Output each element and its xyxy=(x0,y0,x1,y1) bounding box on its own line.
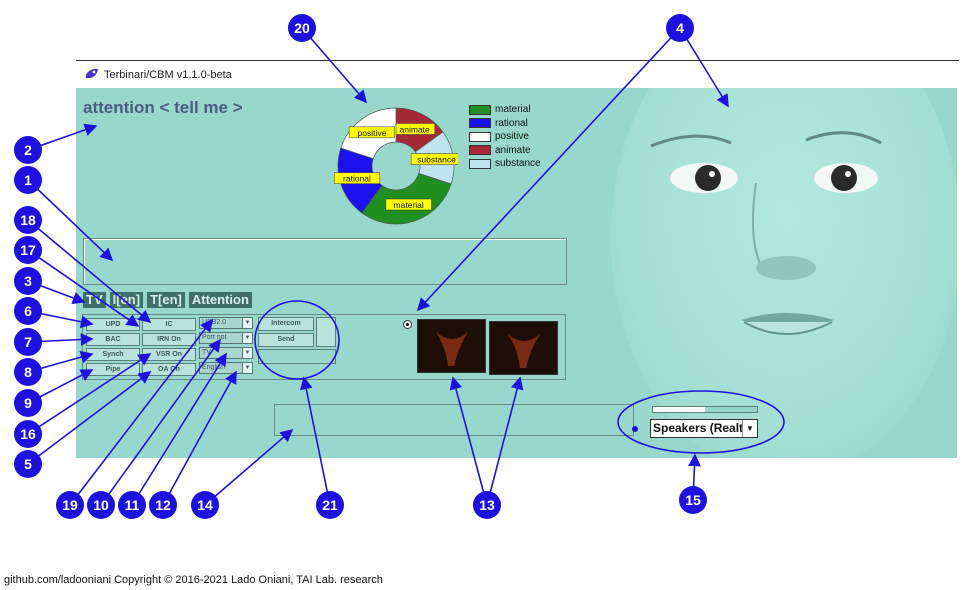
callout-number: 9 xyxy=(24,395,32,411)
callout-number: 8 xyxy=(24,364,32,380)
callout-arrow xyxy=(131,352,227,506)
highlight-ring xyxy=(254,300,340,380)
callout-arrow xyxy=(69,318,213,506)
callout-number: 20 xyxy=(294,20,310,36)
callout-number: 5 xyxy=(24,456,32,472)
callout-number: 19 xyxy=(62,497,78,513)
callout-number: 11 xyxy=(125,497,140,513)
callout-number: 7 xyxy=(24,334,32,350)
copyright-footer: github.com/ladooniani Copyright © 2016-2… xyxy=(4,574,383,586)
callout-arrow xyxy=(27,371,152,465)
callout-number: 10 xyxy=(93,497,109,513)
callout-arrow xyxy=(27,219,152,324)
callout-number: 21 xyxy=(322,497,338,513)
callout-number: 4 xyxy=(676,20,684,36)
callout-arrow xyxy=(301,27,368,104)
callout-arrow xyxy=(204,428,294,506)
callout-number: 12 xyxy=(155,497,171,513)
callout-number: 13 xyxy=(479,497,495,513)
callout-number: 2 xyxy=(24,142,32,158)
annotation-overlay: 20 42118173678916519 10 11 12 14 21 13 15 xyxy=(14,14,785,519)
callout-number: 1 xyxy=(24,172,32,188)
callout-arrow xyxy=(486,376,524,506)
callout-number: 17 xyxy=(20,242,36,258)
callout-arrow xyxy=(299,376,331,506)
callout-number: 3 xyxy=(24,273,32,289)
callout-arrow xyxy=(449,376,488,506)
callout-arrow xyxy=(100,338,221,506)
callout-arrow xyxy=(416,27,681,312)
callout-number: 16 xyxy=(20,426,36,442)
callout-number: 6 xyxy=(24,303,32,319)
highlight-ring xyxy=(617,390,785,454)
callout-number: 14 xyxy=(197,497,213,513)
callout-number: 15 xyxy=(685,492,701,508)
callout-number: 18 xyxy=(20,212,36,228)
